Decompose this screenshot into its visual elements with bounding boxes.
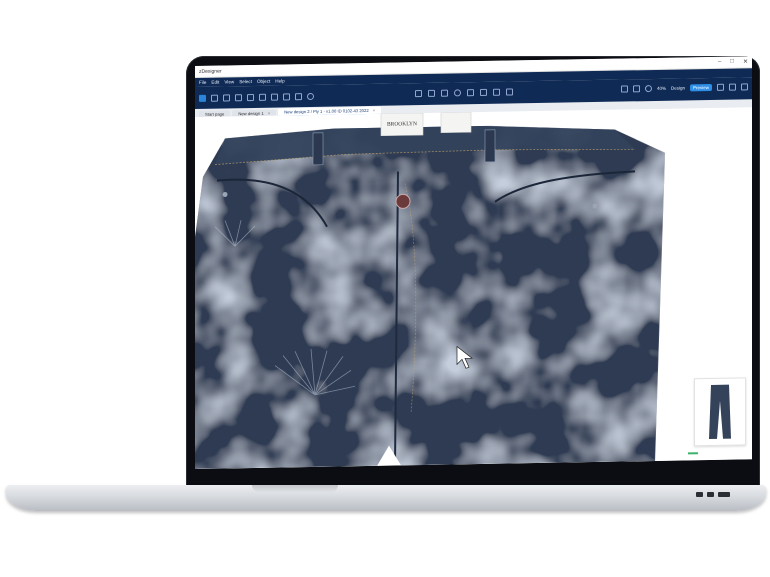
port xyxy=(696,492,703,497)
port xyxy=(718,492,730,497)
menu-object[interactable]: Object xyxy=(257,79,270,84)
zoom-out-icon[interactable] xyxy=(632,85,640,93)
menu-help[interactable]: Help xyxy=(275,78,284,83)
fill-tool-icon[interactable] xyxy=(283,92,290,100)
thumbnail-indicator xyxy=(688,452,698,455)
toolbar-center xyxy=(415,88,513,98)
belt-loop xyxy=(312,132,324,166)
settings-icon[interactable] xyxy=(644,85,652,93)
laptop-ports xyxy=(696,492,730,497)
save-icon[interactable] xyxy=(506,88,513,96)
shape-tool-icon[interactable] xyxy=(307,92,314,100)
jeans-render: BROOKLYN xyxy=(195,111,665,469)
screen: zDesigner – □ ✕ File Edit View Select Ob… xyxy=(195,56,752,470)
export-icon[interactable] xyxy=(717,83,724,91)
select-tool-icon[interactable] xyxy=(199,94,206,102)
laptop-base xyxy=(6,485,766,511)
menu-select[interactable]: Select xyxy=(239,79,252,84)
brush-tool-icon[interactable] xyxy=(271,93,278,101)
move-tool-icon[interactable] xyxy=(235,93,242,101)
globe-icon[interactable] xyxy=(454,89,461,97)
mode-label: Design xyxy=(670,85,685,91)
pointer-tool-icon[interactable] xyxy=(211,94,218,102)
zoom-level[interactable]: 40% xyxy=(657,86,666,91)
belt-loop xyxy=(484,129,496,163)
line-tool-icon[interactable] xyxy=(247,93,254,101)
design-canvas[interactable]: BROOKLYN xyxy=(195,107,752,469)
close-button[interactable]: ✕ xyxy=(743,58,748,65)
tab-close-icon[interactable]: × xyxy=(373,108,375,113)
share-icon[interactable] xyxy=(729,83,736,91)
menu-edit[interactable]: Edit xyxy=(211,80,219,85)
thumbnail-jeans-icon xyxy=(709,384,731,440)
menu-file[interactable]: File xyxy=(199,80,206,85)
menu-view[interactable]: View xyxy=(224,79,234,84)
brand-label-text: BROOKLYN xyxy=(387,121,417,128)
laptop-notch xyxy=(252,485,338,492)
layers-icon[interactable] xyxy=(441,89,448,97)
copy-icon[interactable] xyxy=(480,88,487,97)
minimize-button[interactable]: – xyxy=(718,59,721,66)
waist-button xyxy=(395,193,411,209)
eraser-tool-icon[interactable] xyxy=(295,92,302,100)
frame-icon[interactable] xyxy=(467,89,474,97)
users-icon[interactable] xyxy=(620,85,628,93)
preview-button[interactable]: Preview xyxy=(689,83,712,92)
grid-icon[interactable] xyxy=(428,89,435,97)
size-label xyxy=(440,111,472,134)
maximize-button[interactable]: □ xyxy=(730,59,734,66)
crop-icon[interactable] xyxy=(415,90,422,98)
panel-icon[interactable] xyxy=(741,83,748,91)
paste-icon[interactable] xyxy=(493,88,500,96)
hand-tool-icon[interactable] xyxy=(223,93,230,102)
pen-tool-icon[interactable] xyxy=(259,93,266,101)
toolbar-right: 40% Design Preview xyxy=(620,83,748,93)
preview-thumbnail[interactable] xyxy=(694,377,746,447)
port xyxy=(707,492,714,497)
window-controls: – □ ✕ xyxy=(718,58,748,66)
